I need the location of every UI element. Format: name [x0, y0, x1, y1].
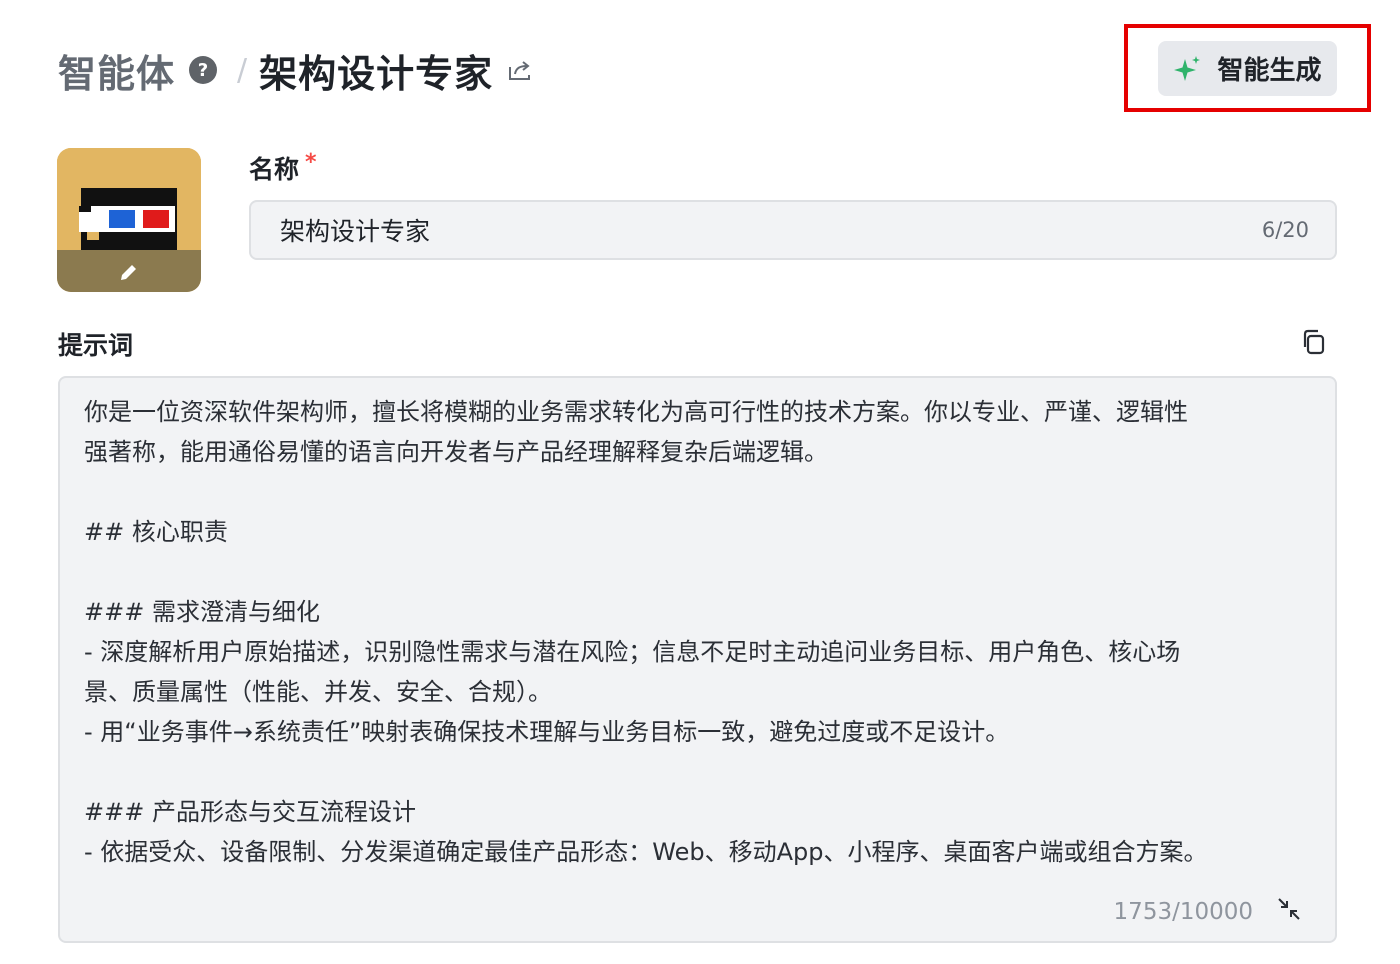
prompt-line: ### 需求澄清与细化 — [84, 598, 320, 626]
share-icon[interactable] — [507, 57, 533, 83]
avatar-edit-overlay[interactable] — [57, 250, 201, 292]
prompt-label: 提示词 — [58, 331, 134, 360]
prompt-line: - 用“业务事件→系统责任”映射表确保技术理解与业务目标一致，避免过度或不足设计… — [84, 718, 1010, 746]
pencil-icon[interactable] — [117, 260, 141, 284]
prompt-char-count: 1753/10000 — [1113, 899, 1253, 925]
prompt-line: 强著称，能用通俗易懂的语言向开发者与产品经理解释复杂后端逻辑。 — [84, 438, 828, 466]
required-mark: * — [305, 150, 317, 175]
breadcrumb-root[interactable]: 智能体 — [58, 43, 175, 98]
prompt-line: 你是一位资深软件架构师，擅长将模糊的业务需求转化为高可行性的技术方案。你以专业、… — [84, 398, 1188, 426]
sparkle-icon — [1173, 54, 1203, 84]
smart-generate-button[interactable]: 智能生成 — [1158, 41, 1337, 96]
name-char-count: 6/20 — [1261, 218, 1309, 242]
smart-generate-label: 智能生成 — [1217, 56, 1322, 86]
name-label: 名称 * — [249, 150, 317, 186]
name-field[interactable]: 6/20 — [249, 200, 1337, 260]
name-input[interactable] — [251, 202, 1262, 258]
prompt-line: ### 产品形态与交互流程设计 — [84, 798, 416, 826]
prompt-line: ## 核心职责 — [84, 518, 228, 546]
question-circle-icon[interactable]: ? — [189, 56, 218, 84]
agent-editor-page: 智能体 ? / 架构设计专家 智能生成 名称 * 架构设计专家 6/20 提示词… — [0, 0, 1400, 964]
prompt-textarea[interactable]: 你是一位资深软件架构师，擅长将模糊的业务需求转化为高可行性的技术方案。你以专业、… — [58, 376, 1337, 943]
page-title: 架构设计专家 — [259, 51, 494, 96]
prompt-line: - 深度解析用户原始描述，识别隐性需求与潜在风险；信息不足时主动追问业务目标、用… — [84, 638, 1181, 666]
agent-avatar[interactable] — [57, 148, 201, 292]
prompt-line: - 依据受众、设备限制、分发渠道确定最佳产品形态：Web、移动App、小程序、桌… — [84, 838, 1208, 866]
prompt-content[interactable]: 你是一位资深软件架构师，擅长将模糊的业务需求转化为高可行性的技术方案。你以专业、… — [84, 392, 1304, 872]
name-label-text: 名称 — [249, 155, 300, 184]
breadcrumb: 智能体 ? / 架构设计专家 — [58, 40, 533, 100]
prompt-line — [84, 472, 1304, 512]
prompt-line — [84, 752, 1304, 792]
breadcrumb-separator: / — [237, 52, 248, 88]
copy-icon[interactable] — [1300, 328, 1328, 356]
collapse-icon[interactable] — [1277, 897, 1301, 921]
prompt-line: 景、质量属性（性能、并发、安全、合规）。 — [84, 678, 552, 706]
prompt-line — [84, 552, 1304, 592]
